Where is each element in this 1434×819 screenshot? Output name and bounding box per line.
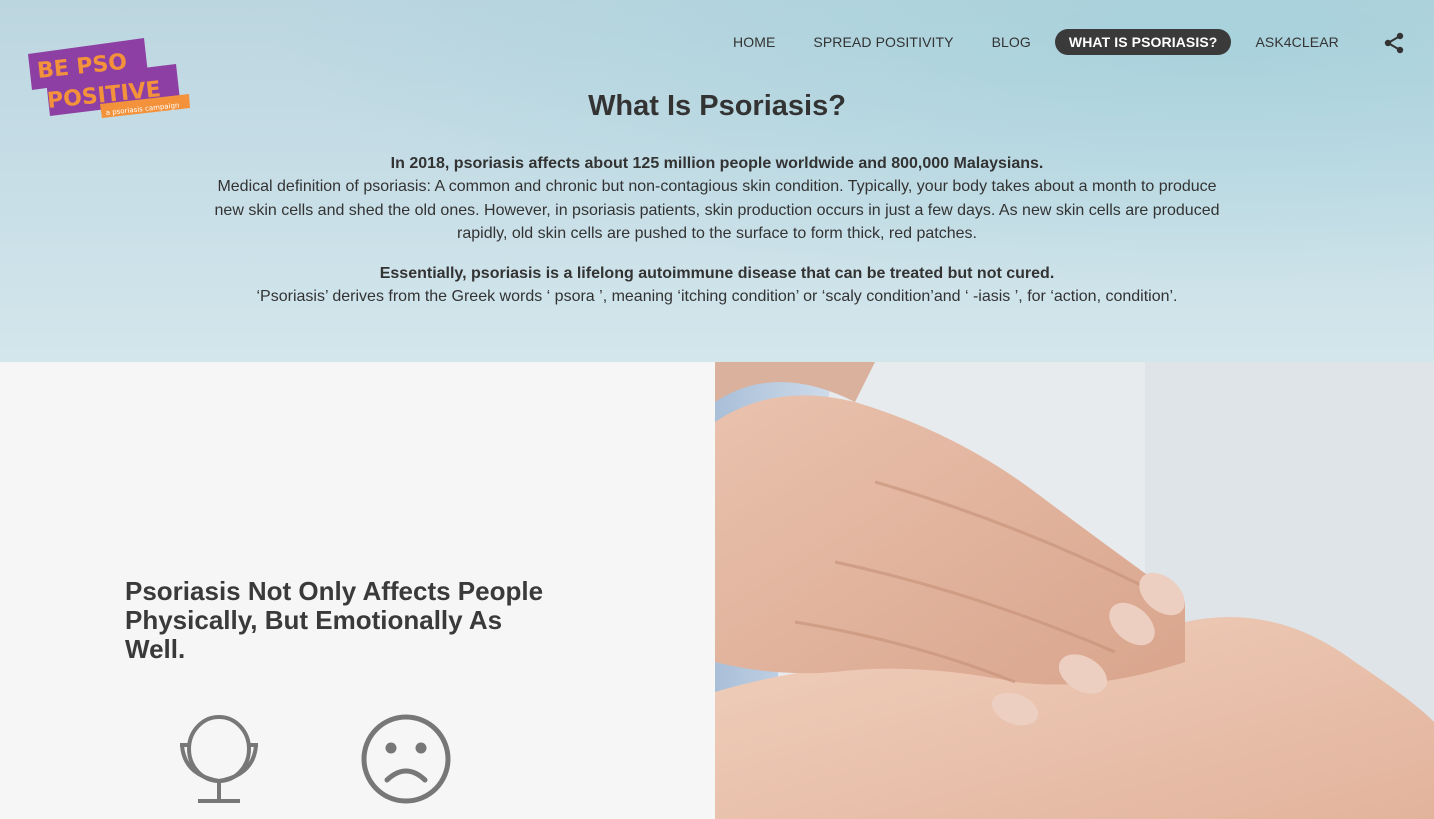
definition-text: Medical definition of psoriasis: A commo… [214, 178, 1220, 242]
essential-text: Essentially, psoriasis is a lifelong aut… [379, 265, 1055, 283]
nav-spread-positivity[interactable]: SPREAD POSITIVITY [799, 29, 967, 55]
hands-holding-wrist-photo [715, 362, 1434, 819]
nav-home[interactable]: HOME [719, 29, 789, 55]
mirror-icon [180, 715, 258, 803]
page-title: What Is Psoriasis? [588, 90, 846, 122]
share-icon[interactable] [1383, 32, 1405, 54]
nav-blog[interactable]: BLOG [978, 29, 1045, 55]
nav-what-is-psoriasis[interactable]: WHAT IS PSORIASIS? [1054, 29, 1232, 55]
sad-face-icon [361, 714, 451, 804]
stat-text: In 2018, psoriasis affects about 125 mil… [390, 155, 1044, 172]
nav-ask4clear[interactable]: ASK4CLEAR [1241, 29, 1352, 55]
etymology-text: ‘Psoriasis’ derives from the Greek words… [256, 288, 1178, 306]
main-nav: HOME SPREAD POSITIVITY BLOG WHAT IS PSOR… [719, 29, 1363, 55]
hero-description: In 2018, psoriasis affects about 125 mil… [207, 152, 1227, 309]
section-heading: Psoriasis Not Only Affects People Physic… [125, 576, 544, 664]
